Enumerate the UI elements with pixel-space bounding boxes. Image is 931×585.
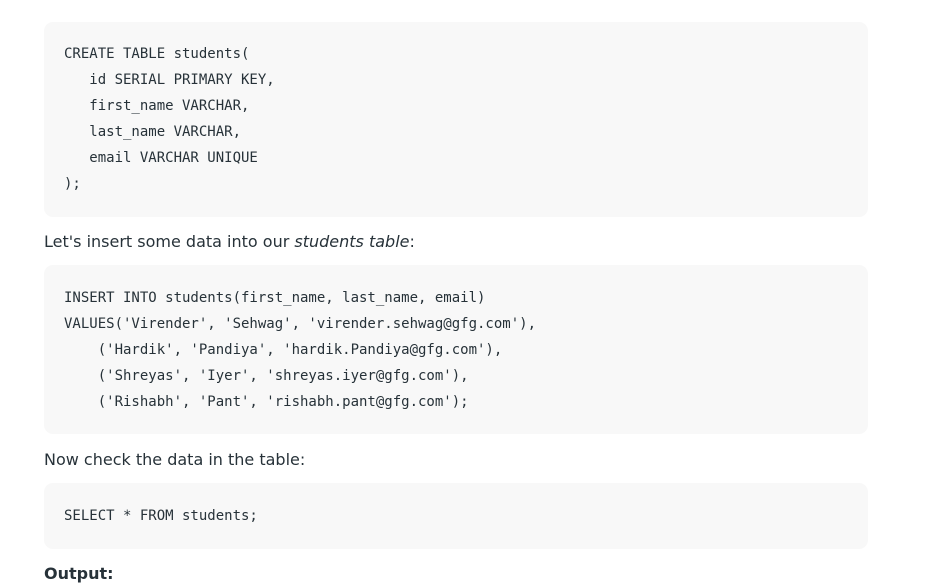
output-label: Output: [44, 564, 114, 583]
students-table-emphasis: students table [294, 232, 410, 251]
insert-intro-paragraph: Let's insert some data into our students… [44, 231, 415, 253]
insert-intro-colon: : [409, 232, 415, 251]
code-line: ('Hardik', 'Pandiya', 'hardik.Pandiya@gf… [64, 342, 503, 358]
code-line: ); [64, 176, 81, 192]
insert-intro-text: Let's insert some data into our [44, 232, 295, 251]
code-line: last_name VARCHAR, [64, 124, 242, 140]
code-line: SELECT * FROM students; [64, 508, 258, 524]
create-table-code-block: CREATE TABLE students( id SERIAL PRIMARY… [44, 22, 868, 217]
check-data-paragraph: Now check the data in the table: [44, 450, 306, 469]
code-line: first_name VARCHAR, [64, 98, 250, 114]
code-line: INSERT INTO students(first_name, last_na… [64, 290, 486, 306]
code-line: ('Rishabh', 'Pant', 'rishabh.pant@gfg.co… [64, 394, 469, 410]
code-line: ('Shreyas', 'Iyer', 'shreyas.iyer@gfg.co… [64, 368, 469, 384]
code-line: email VARCHAR UNIQUE [64, 150, 258, 166]
code-line: CREATE TABLE students( [64, 46, 250, 62]
select-code-block: SELECT * FROM students; [44, 483, 868, 549]
insert-code-block: INSERT INTO students(first_name, last_na… [44, 265, 868, 434]
code-line: VALUES('Virender', 'Sehwag', 'virender.s… [64, 316, 537, 332]
code-line: id SERIAL PRIMARY KEY, [64, 72, 275, 88]
